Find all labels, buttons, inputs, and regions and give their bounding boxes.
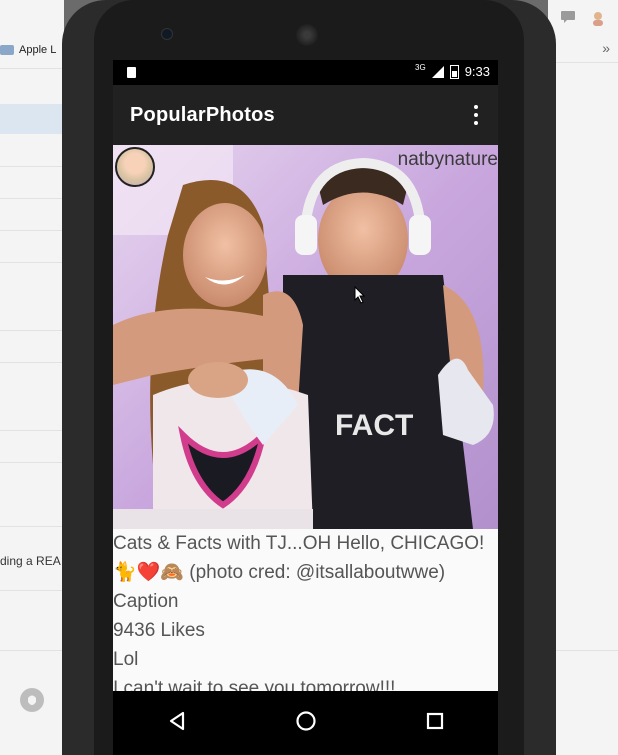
shirt-text: FACT: [335, 409, 413, 442]
comment-icon[interactable]: [560, 10, 576, 30]
post-username[interactable]: natbynature: [398, 149, 498, 171]
front-camera-icon: [161, 28, 173, 40]
divider: [0, 262, 64, 263]
back-icon[interactable]: [168, 711, 186, 736]
divider: [0, 526, 64, 527]
status-bar: 3G 9:33: [113, 60, 498, 85]
chevron-icon[interactable]: »: [602, 40, 610, 56]
sd-card-icon: [127, 67, 136, 78]
speaker-grille-icon: [296, 24, 318, 46]
bookmark-item[interactable]: Apple L: [0, 38, 64, 62]
status-time: 9:33: [464, 64, 490, 79]
divider: [0, 166, 64, 167]
github-icon[interactable]: [20, 688, 44, 712]
background-browser-right: »: [548, 0, 618, 755]
overflow-menu-icon[interactable]: [474, 105, 478, 125]
post-likes: 9436 Likes: [113, 620, 205, 641]
mouse-cursor-icon: [354, 285, 366, 309]
action-bar: PopularPhotos: [113, 85, 498, 145]
bookmark-label: Apple L: [19, 44, 57, 56]
profile-icon[interactable]: [590, 10, 606, 30]
divider: [0, 462, 64, 463]
phone-screen: 3G 9:33 PopularPhotos FACT natbynature C…: [113, 60, 498, 691]
divider: [0, 650, 64, 651]
photo-illustration: FACT: [113, 145, 498, 529]
app-title: PopularPhotos: [130, 104, 275, 126]
post-details: Cats & Facts with TJ...OH Hello, CHICAGO…: [113, 529, 498, 691]
divider: [0, 68, 64, 69]
battery-icon: [449, 64, 459, 79]
avatar[interactable]: [115, 147, 155, 187]
divider: [0, 590, 64, 591]
divider: [0, 430, 64, 431]
android-nav-bar: [113, 691, 498, 755]
background-browser-left: Apple L ding a REA: [0, 0, 64, 755]
background-text-snippet: ding a REA: [0, 554, 61, 568]
comment-item: I can't wait to see you tomorrow!!!: [113, 678, 396, 691]
post-photo[interactable]: FACT natbynature: [113, 145, 498, 529]
home-icon[interactable]: [295, 710, 317, 737]
post-caption: Cats & Facts with TJ...OH Hello, CHICAGO…: [113, 533, 485, 612]
divider: [0, 362, 64, 363]
divider: [0, 330, 64, 331]
divider: [548, 62, 618, 63]
folder-icon: [0, 45, 14, 55]
signal-icon: [431, 65, 444, 78]
network-type: 3G: [415, 63, 426, 72]
divider: [548, 650, 618, 651]
comment-item: Lol: [113, 649, 139, 670]
divider: [0, 198, 64, 199]
list-row-selected: [0, 104, 64, 134]
divider: [0, 230, 64, 231]
recent-apps-icon[interactable]: [426, 712, 444, 735]
